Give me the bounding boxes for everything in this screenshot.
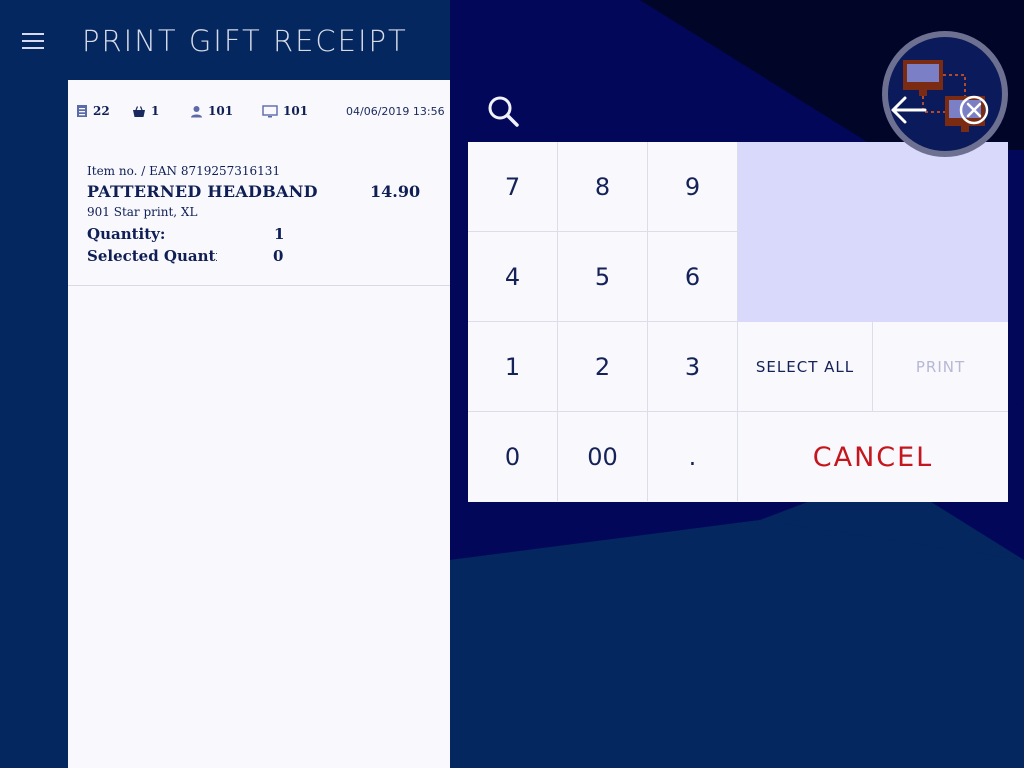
receipt-panel: 22 1 101 101 04/06/2019 13:56 Item no. /… (68, 80, 450, 768)
basket-count-value: 1 (151, 104, 160, 118)
document-icon (77, 105, 87, 117)
status-datetime: 04/06/2019 13:56 (346, 105, 445, 118)
remote-connection-widget[interactable] (881, 30, 1009, 158)
hamburger-menu-icon[interactable] (22, 33, 44, 51)
key-6[interactable]: 6 (648, 232, 738, 322)
basket-icon (133, 105, 145, 117)
item-divider (68, 285, 450, 286)
search-icon[interactable] (486, 94, 520, 128)
key-1[interactable]: 1 (468, 322, 558, 412)
document-count: 22 (76, 104, 110, 118)
user-id-value: 101 (208, 104, 234, 118)
document-count-value: 22 (93, 104, 110, 118)
key-8[interactable]: 8 (558, 142, 648, 232)
basket-count: 1 (132, 104, 159, 118)
monitor-icon (262, 104, 278, 117)
select-all-button[interactable]: SELECT ALL (738, 322, 873, 412)
key-decimal[interactable]: . (648, 412, 738, 501)
item-ean: Item no. / EAN 8719257316131 (87, 164, 281, 178)
status-bar: 22 1 101 101 04/06/2019 13:56 (68, 104, 450, 122)
key-9[interactable]: 9 (648, 142, 738, 232)
key-0[interactable]: 0 (468, 412, 558, 501)
quantity-label: Quantity: (87, 225, 166, 243)
key-3[interactable]: 3 (648, 322, 738, 412)
print-button[interactable]: PRINT (873, 322, 1008, 412)
quantity-value: 1 (274, 225, 285, 243)
item-price: 14.90 (370, 182, 421, 201)
user-icon (191, 105, 202, 117)
numeric-keypad: 7 8 9 4 5 6 1 2 3 0 00 . SELECT ALL PRIN… (468, 142, 1008, 502)
terminal-id: 101 (262, 104, 308, 118)
user-id: 101 (190, 104, 233, 118)
selected-quantity-label: Selected Quantity (87, 247, 217, 265)
key-2[interactable]: 2 (558, 322, 648, 412)
key-7[interactable]: 7 (468, 142, 558, 232)
keypad-display (738, 142, 1008, 322)
page-title: PRINT GIFT RECEIPT (82, 24, 408, 58)
selected-quantity-value: 0 (273, 247, 284, 265)
key-00[interactable]: 00 (558, 412, 648, 501)
item-variant: 901 Star print, XL (87, 205, 198, 219)
key-5[interactable]: 5 (558, 232, 648, 322)
item-name: PATTERNED HEADBAND (87, 182, 318, 201)
key-4[interactable]: 4 (468, 232, 558, 322)
cancel-button[interactable]: CANCEL (738, 412, 1008, 502)
app-root: PRINT GIFT RECEIPT 22 1 101 101 04/06/20… (0, 0, 1024, 768)
terminal-id-value: 101 (283, 104, 309, 118)
